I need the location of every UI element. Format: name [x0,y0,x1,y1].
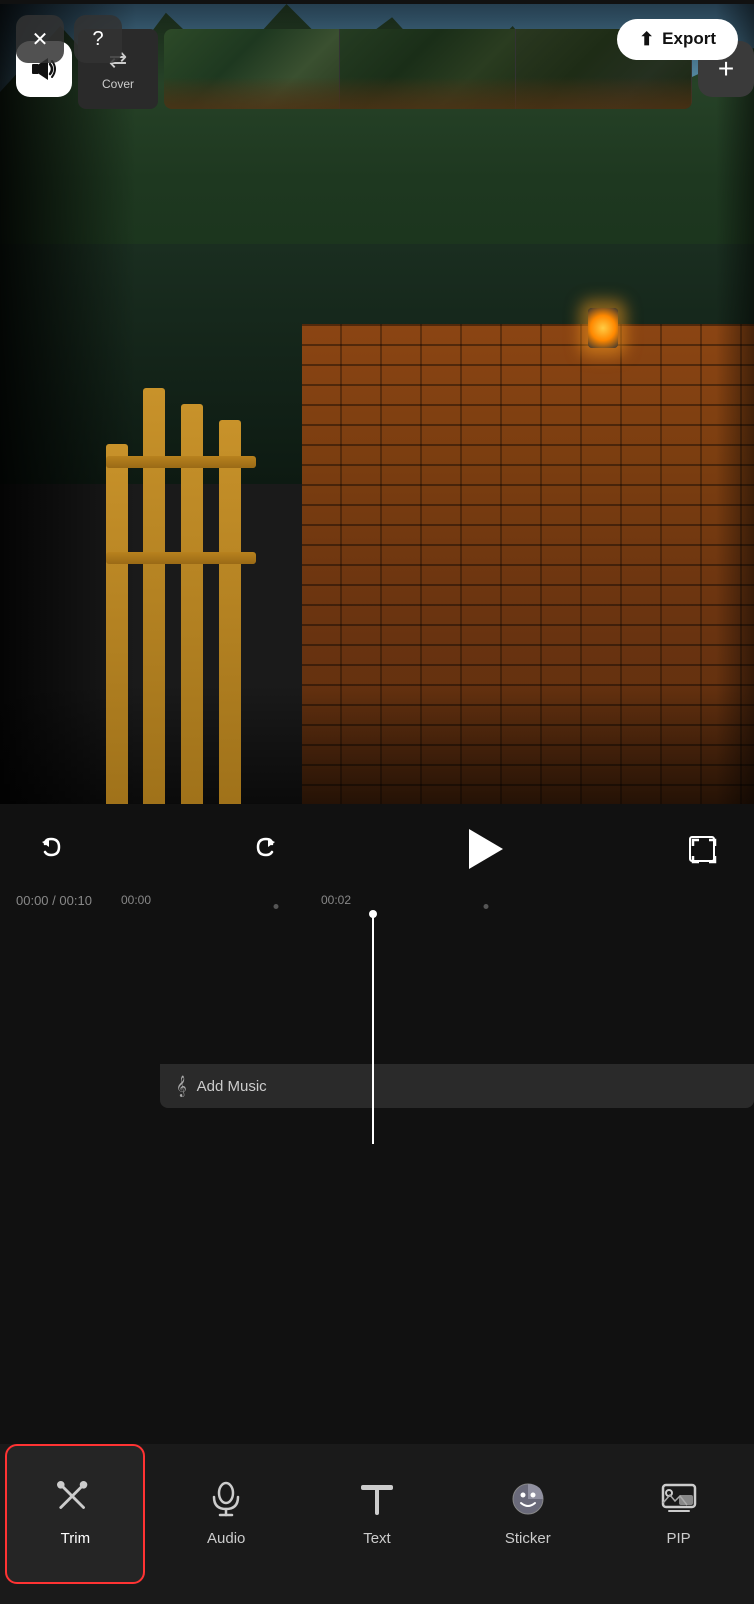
lantern [588,308,618,348]
tool-trim[interactable]: Trim [5,1444,145,1584]
trim-icon [57,1481,93,1522]
text-label: Text [363,1530,391,1547]
play-icon [469,829,503,869]
undo-icon [37,834,67,864]
audio-label: Audio [207,1530,245,1547]
time-marker-container: 00:00 / 00:10 00:00 00:02 [0,886,754,914]
cover-label: Cover [102,77,134,91]
text-icon [359,1481,395,1522]
add-music-label: Add Music [197,1078,267,1095]
trim-label: Trim [61,1530,90,1547]
export-label: Export [662,29,716,49]
help-icon: ? [92,28,103,51]
undo-button[interactable] [30,827,74,871]
close-button[interactable]: ✕ [16,15,64,63]
redo-button[interactable] [243,827,287,871]
tool-text[interactable]: Text [307,1444,447,1584]
pip-label: PIP [666,1530,690,1547]
bottom-toolbar: Trim Audio Text [0,1444,754,1604]
playhead [372,914,374,1144]
close-icon: ✕ [32,27,49,52]
top-bar-left: ✕ ? [16,15,122,63]
time-dot-1 [274,904,279,909]
playhead-dot [369,910,377,918]
music-track[interactable]: 𝄞 Add Music [160,1064,754,1108]
export-button[interactable]: ⬆ Export [617,19,738,60]
music-note-icon: 𝄞 [176,1076,187,1097]
play-button[interactable] [455,821,511,877]
playback-controls [0,814,754,884]
help-button[interactable]: ? [74,15,122,63]
redo-icon [250,834,280,864]
tool-sticker[interactable]: Sticker [458,1444,598,1584]
pip-icon [661,1481,697,1522]
sticker-icon [510,1481,546,1522]
tool-audio[interactable]: Audio [156,1444,296,1584]
time-dot-3 [484,904,489,909]
export-icon: ⬆ [639,29,654,50]
time-mark-0: 00:00 [121,893,151,907]
sticker-label: Sticker [505,1530,551,1547]
fullscreen-button[interactable] [680,827,724,871]
fullscreen-icon [689,836,715,862]
markers-area: 00:00 00:02 [136,886,738,914]
time-mark-2: 00:02 [321,893,351,907]
top-bar: ✕ ? ⬆ Export [0,4,754,74]
audio-icon [208,1481,244,1522]
current-time-display: 00:00 / 00:10 [16,893,136,908]
tool-pip[interactable]: PIP [609,1444,749,1584]
